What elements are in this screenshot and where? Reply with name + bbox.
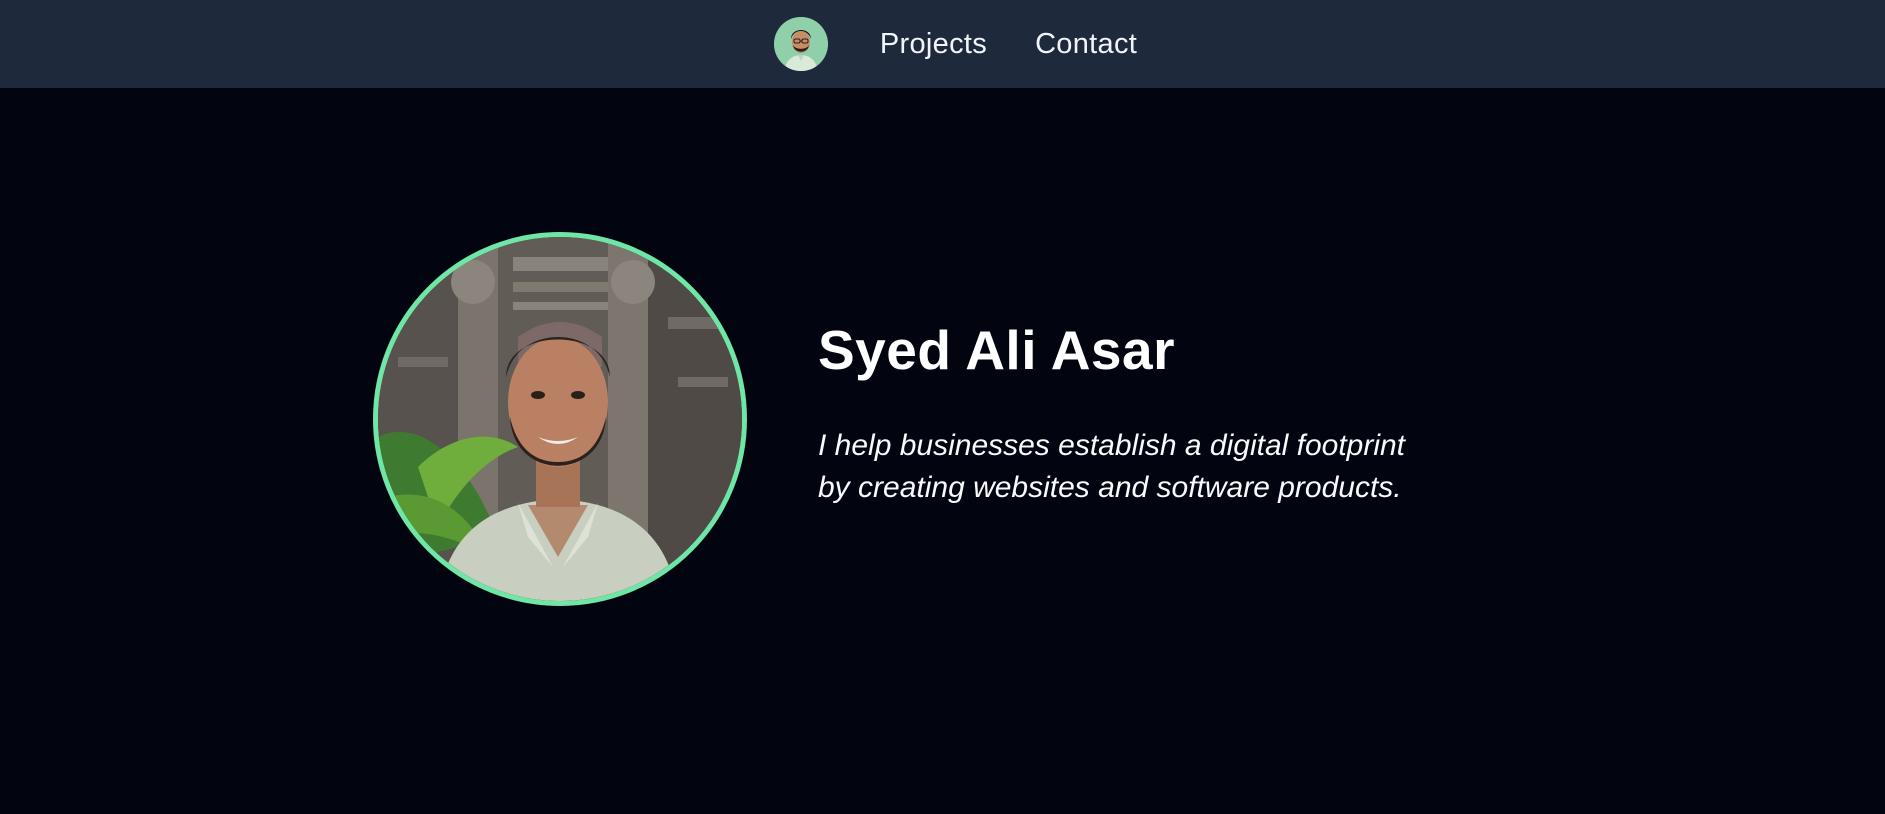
hero-text-block: Syed Ali Asar I help businesses establis…	[818, 320, 1578, 509]
hero-section: Syed Ali Asar I help businesses establis…	[0, 88, 1885, 814]
profile-portrait	[373, 232, 747, 606]
hero-tagline: I help businesses establish a digital fo…	[818, 425, 1578, 509]
nav-link-projects[interactable]: Projects	[880, 28, 987, 61]
tagline-line-2: by creating websites and software produc…	[818, 470, 1402, 504]
home-avatar-link[interactable]	[773, 17, 828, 71]
nav-link-contact[interactable]: Contact	[1035, 28, 1137, 61]
tagline-line-1: I help businesses establish a digital fo…	[818, 428, 1406, 462]
nav-menu: Projects Contact	[773, 17, 1137, 71]
profile-photo	[378, 237, 742, 601]
hero-name-heading: Syed Ali Asar	[818, 319, 1176, 381]
top-navbar: Projects Contact	[0, 0, 1885, 88]
cartoon-avatar-icon	[773, 17, 828, 71]
